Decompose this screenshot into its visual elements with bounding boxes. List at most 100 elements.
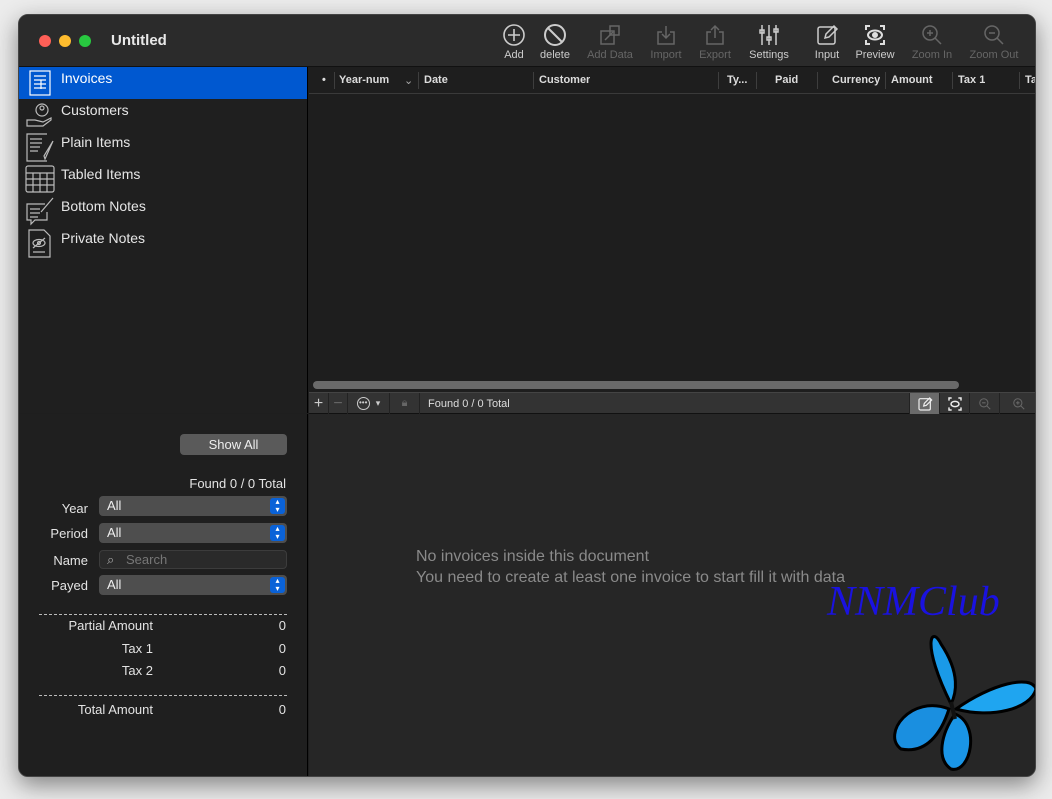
preview-pane: No invoices inside this document You nee…: [309, 414, 1035, 776]
zoom-out-label: Zoom Out: [969, 49, 1019, 61]
import-icon: [657, 26, 675, 45]
col-amount[interactable]: Amount: [891, 74, 933, 86]
zoom-in-icon: [1012, 397, 1025, 410]
sidebar-item-label: Invoices: [61, 70, 113, 86]
ellipsis-circle-icon: •••: [356, 397, 370, 410]
preview-button[interactable]: Preview: [845, 23, 905, 61]
private-document-icon: [28, 229, 51, 258]
col-tax2[interactable]: Ta: [1025, 74, 1035, 86]
name-search-input[interactable]: ⌕ Search: [99, 550, 287, 569]
add-row-button[interactable]: +: [309, 393, 329, 414]
titlebar: Untitled Add delete Add Data Import Expo…: [19, 15, 1035, 67]
zoom-in-small-button[interactable]: [1000, 393, 1035, 414]
delete-button[interactable]: delete: [525, 23, 585, 61]
tax1-label: Tax 1: [121, 641, 153, 656]
payed-select[interactable]: All ▴ ▾: [99, 575, 287, 595]
tax1-value: 0: [278, 641, 286, 656]
eye-icon: [947, 396, 962, 411]
sidebar: Invoices Customers Plain Items Tabled It…: [19, 67, 308, 413]
export-button[interactable]: Export: [685, 23, 745, 61]
table-bottom-bar: + − ••• ▾ 🔒︎ Found 0 / 0 Total: [309, 392, 1035, 414]
sidebar-item-label: Private Notes: [61, 230, 146, 246]
col-customer[interactable]: Customer: [539, 74, 590, 86]
zoom-button[interactable]: [79, 35, 91, 47]
divider: [39, 695, 287, 696]
sidebar-item-label: Customers: [61, 102, 129, 118]
search-icon: ⌕: [107, 552, 115, 567]
document-pen-icon: [26, 133, 54, 162]
invoices-table: • Year-num ⌄ Date Customer Ty... Paid Cu…: [309, 67, 1035, 413]
zoom-in-label: Zoom In: [911, 49, 953, 61]
filter-panel: Show All Found 0 / 0 Total Year All ▴ ▾ Pe…: [19, 414, 308, 776]
invoice-icon: [29, 70, 51, 96]
divider: [39, 614, 287, 615]
app-window: Untitled Add delete Add Data Import Expo…: [18, 14, 1036, 777]
zoom-in-icon: [922, 25, 942, 45]
updown-chevron-icon: ▴ ▾: [270, 577, 285, 593]
zoom-out-icon: [978, 397, 991, 410]
zoom-out-small-button[interactable]: [970, 393, 1000, 414]
empty-hint: You need to create at least one invoice …: [416, 569, 845, 586]
updown-chevron-icon: ▴ ▾: [270, 498, 285, 514]
settings-button[interactable]: Settings: [739, 23, 799, 61]
col-marker[interactable]: •: [322, 74, 326, 86]
add-data-label: Add Data: [587, 49, 633, 61]
plus-circle-icon: [503, 24, 525, 46]
eye-icon: [865, 25, 885, 45]
status-text: Found 0 / 0 Total: [420, 393, 910, 414]
input-label: Input: [814, 49, 840, 61]
lock-icon[interactable]: 🔒︎: [390, 393, 420, 414]
col-currency[interactable]: Currency: [832, 74, 880, 86]
sidebar-item-invoices[interactable]: Invoices: [19, 67, 307, 99]
input-mode-button[interactable]: [910, 393, 940, 414]
partial-amount-value: 0: [278, 618, 286, 633]
delete-label: delete: [540, 49, 570, 61]
col-paid[interactable]: Paid: [775, 74, 798, 86]
period-label: Period: [50, 526, 88, 541]
sidebar-item-label: Tabled Items: [61, 166, 141, 182]
remove-row-button[interactable]: −: [329, 393, 348, 414]
sidebar-item-customers[interactable]: Customers: [19, 99, 307, 131]
col-year-num[interactable]: Year-num: [339, 74, 389, 86]
zoom-out-button[interactable]: Zoom Out: [964, 23, 1024, 61]
year-select[interactable]: All ▴ ▾: [99, 496, 287, 516]
minimize-button[interactable]: [59, 35, 71, 47]
add-label: Add: [504, 49, 524, 61]
zoom-out-icon: [984, 25, 1004, 45]
table-header: • Year-num ⌄ Date Customer Ty... Paid Cu…: [309, 67, 1035, 94]
import-label: Import: [650, 49, 682, 61]
payed-value: All: [107, 577, 122, 592]
sidebar-item-plain-items[interactable]: Plain Items: [19, 131, 307, 163]
prohibited-icon: [544, 24, 566, 46]
export-label: Export: [699, 49, 731, 61]
more-options-button[interactable]: ••• ▾: [348, 393, 390, 414]
sidebar-item-label: Bottom Notes: [61, 198, 146, 214]
sidebar-item-tabled-items[interactable]: Tabled Items: [19, 163, 307, 195]
tax2-label: Tax 2: [121, 663, 153, 678]
sidebar-item-bottom-notes[interactable]: Bottom Notes: [19, 195, 307, 227]
chevron-down-icon: ▾: [375, 398, 381, 408]
year-label: Year: [61, 501, 88, 516]
sidebar-item-label: Plain Items: [61, 134, 131, 150]
col-type[interactable]: Ty...: [727, 74, 747, 86]
found-count: Found 0 / 0 Total: [189, 476, 286, 491]
add-data-icon: [600, 25, 620, 45]
sort-chevron-icon[interactable]: ⌄: [404, 74, 413, 87]
name-label: Name: [53, 553, 88, 568]
horizontal-scrollbar[interactable]: [313, 381, 959, 389]
show-all-button[interactable]: Show All: [180, 434, 287, 455]
edit-icon: [817, 24, 839, 45]
edit-icon: [917, 396, 933, 411]
customer-icon: [26, 103, 52, 127]
close-button[interactable]: [39, 35, 51, 47]
preview-mode-button[interactable]: [940, 393, 970, 414]
table-icon: [25, 165, 55, 193]
add-data-button[interactable]: Add Data: [580, 23, 640, 61]
window-title: Untitled: [111, 32, 167, 49]
sidebar-item-private-notes[interactable]: Private Notes: [19, 227, 307, 259]
col-tax1[interactable]: Tax 1: [958, 74, 985, 86]
period-select[interactable]: All ▴ ▾: [99, 523, 287, 543]
zoom-in-button[interactable]: Zoom In: [902, 23, 962, 61]
period-value: All: [107, 525, 122, 540]
col-date[interactable]: Date: [424, 74, 448, 86]
